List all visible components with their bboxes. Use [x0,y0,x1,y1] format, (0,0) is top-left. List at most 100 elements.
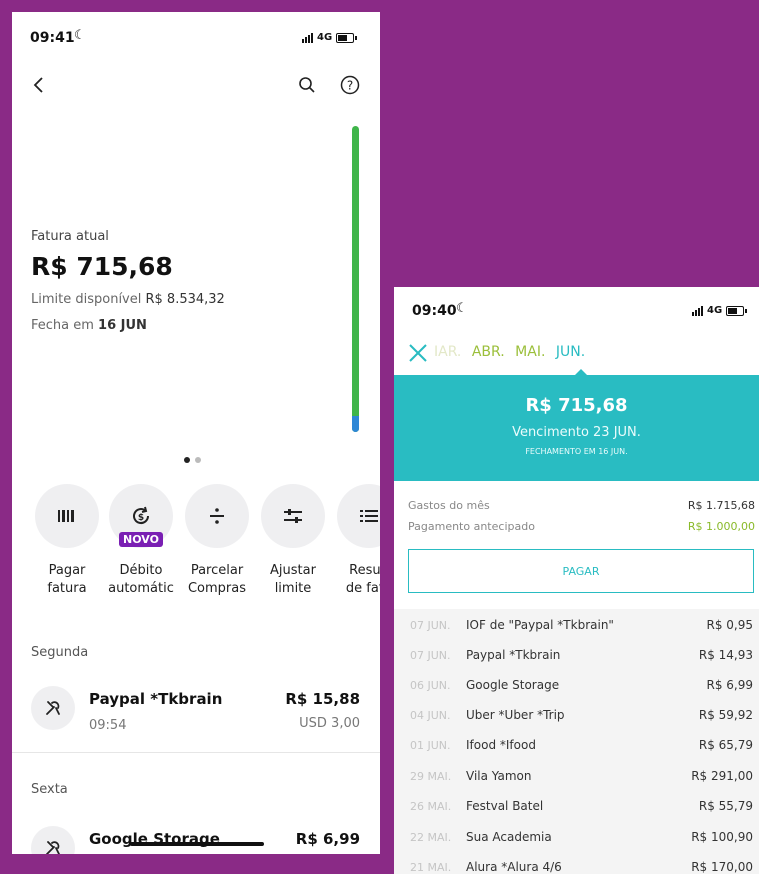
transaction-row[interactable]: Paypal *Tkbrain 09:54 R$ 15,88 USD 3,00 [12,678,380,748]
tools-icon [46,701,60,715]
transaction-icon-circle [31,686,75,730]
list-item[interactable]: 07 JUN. IOF de "Paypal *Tkbrain" R$ 0,95 [394,611,759,641]
list-icon [360,510,378,522]
close-icon[interactable] [408,343,428,363]
auto-debit-button[interactable]: $ NOVO Débito automátic [108,484,174,598]
signal-icon [302,32,313,43]
pay-invoice-line1: Pagar [48,563,86,578]
installments-button[interactable]: Parcelar Compras [184,484,250,598]
auto-debit-label: Débito automátic [108,562,174,598]
pay-button[interactable]: PAGAR [408,549,754,593]
help-icon[interactable]: ? [340,75,360,95]
invoice-label: Fatura atual [31,229,109,244]
transaction-sub-amount: USD 3,00 [299,716,360,731]
list-item[interactable]: 21 MAI. Alura *Alura 4/6 R$ 170,00 [394,853,759,874]
list-item[interactable]: 01 JUN. Ifood *Ifood R$ 65,79 [394,731,759,761]
battery-icon [726,305,748,316]
transaction-time: 09:54 [89,718,127,733]
closing-date: Fecha em 16 JUN [31,318,147,333]
signal-icon [692,305,703,316]
tab-month-mai[interactable]: MAI. [515,344,545,360]
invoice-header: R$ 715,68 Vencimento 23 JUN. FECHAMENTO … [394,369,759,481]
tx-date: 22 MAI. [410,831,452,844]
list-item[interactable]: 07 JUN. Paypal *Tkbrain R$ 14,93 [394,641,759,671]
page-dot[interactable] [195,457,201,463]
pay-invoice-circle [35,484,99,548]
search-icon[interactable] [298,76,316,94]
available-limit-value: R$ 8.534,32 [145,292,225,307]
left-phone-screen: 09:41 ☾ 4G ? Fatura atual R$ 715,68 Limi… [12,12,380,854]
tx-value: R$ 170,00 [691,860,753,874]
tx-name: Paypal *Tkbrain [466,648,561,662]
tx-name: IOF de "Paypal *Tkbrain" [466,618,614,632]
closing-date-label: Fecha em [31,318,99,333]
section-title-friday: Sexta [31,782,68,797]
available-limit: Limite disponível R$ 8.534,32 [31,292,225,307]
tx-name: Uber *Uber *Trip [466,708,565,722]
tx-name: Vila Yamon [466,769,532,783]
section-title-monday: Segunda [31,645,89,660]
tab-month-jun[interactable]: JUN. [556,344,585,360]
invoice-summary-label: Resun de fatu [336,562,380,598]
available-limit-label: Limite disponível [31,292,146,307]
home-indicator [130,842,264,846]
tx-date: 07 JUN. [410,619,451,632]
header-amount: R$ 715,68 [525,395,628,416]
adjust-limit-button[interactable]: Ajustar limite [260,484,326,598]
barcode-icon [58,510,74,522]
pay-invoice-button[interactable]: Pagar fatura [34,484,100,598]
tx-name: Google Storage [466,678,560,692]
back-icon[interactable] [32,76,46,94]
list-item[interactable]: 29 MAI. Vila Yamon R$ 291,00 [394,762,759,792]
transaction-amount: R$ 6,99 [295,830,360,848]
installments-circle [185,484,249,548]
tx-date: 07 JUN. [410,649,451,662]
usage-progress-bar [352,126,359,432]
moon-icon: ☾ [74,28,86,43]
status-bar: 09:41 ☾ 4G [12,12,380,52]
divide-icon [210,508,224,524]
transaction-list: 07 JUN. IOF de "Paypal *Tkbrain" R$ 0,95 0… [394,609,759,874]
invoice-summary-line1: Resun [349,563,380,578]
installments-label: Parcelar Compras [184,562,250,598]
svg-text:$: $ [138,513,144,523]
tx-date: 26 MAI. [410,800,452,813]
tx-date: 01 JUN. [410,739,451,752]
closing-date-value: 16 JUN [98,318,147,333]
sliders-icon [284,509,302,523]
tx-name: Festval Batel [466,799,544,813]
usage-progress-fill [352,416,359,432]
auto-debit-icon: $ [133,506,150,525]
pay-invoice-label: Pagar fatura [34,562,100,598]
new-badge: NOVO [119,532,163,547]
status-bar: 09:40 ☾ 4G [394,287,759,327]
transaction-row[interactable]: Google Storage R$ 6,99 [12,820,380,854]
invoice-amount[interactable]: R$ 715,68 [31,252,173,281]
moon-icon: ☾ [456,301,468,316]
list-item[interactable]: 06 JUN. Google Storage R$ 6,99 [394,671,759,701]
tx-date: 06 JUN. [410,679,451,692]
tx-value: R$ 59,92 [698,708,753,722]
list-item[interactable]: 22 MAI. Sua Academia R$ 100,90 [394,823,759,853]
network-label: 4G [707,305,723,316]
tab-month-mar[interactable]: IAR. [434,344,461,360]
header-due-date: Vencimento 23 JUN. [512,425,641,440]
adjust-limit-circle [261,484,325,548]
adjust-limit-label: Ajustar limite [260,562,326,598]
invoice-summary-button[interactable]: Resun de fatu [336,484,380,598]
tab-month-abr[interactable]: ABR. [472,344,505,360]
tx-date: 04 JUN. [410,709,451,722]
battery-icon [336,32,358,43]
status-time: 09:40 [412,303,457,319]
pay-invoice-line2: fatura [47,581,87,596]
list-item[interactable]: 26 MAI. Festval Batel R$ 55,79 [394,792,759,822]
monthly-spent-label: Gastos do mês [408,499,490,512]
signal-group: 4G [302,32,358,43]
list-item[interactable]: 04 JUN. Uber *Uber *Trip R$ 59,92 [394,701,759,731]
monthly-spent-value: R$ 1.715,68 [687,499,755,512]
page-dot-active[interactable] [184,457,190,463]
auto-debit-circle: $ NOVO [109,484,173,548]
advance-payment-label: Pagamento antecipado [408,520,535,533]
tx-date: 29 MAI. [410,770,452,783]
right-phone-screen: 09:40 ☾ 4G IAR. ABR. MAI. JUN. R$ 715,68… [394,287,759,874]
